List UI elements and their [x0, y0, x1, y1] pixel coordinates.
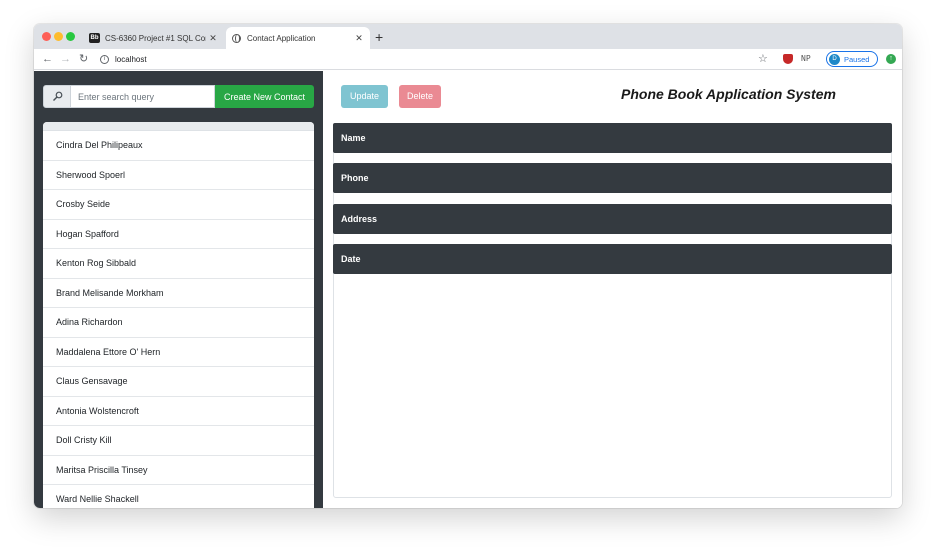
- tab-title: CS-6360 Project #1 SQL Contac: [105, 33, 206, 43]
- browser-window: Bb CS-6360 Project #1 SQL Contac ✕ Conta…: [34, 24, 902, 508]
- forward-arrow-icon[interactable]: →: [60, 52, 71, 66]
- tab-title: Contact Application: [247, 33, 316, 43]
- page-content: Create New Contact Cindra Del Philipeaux…: [34, 71, 902, 508]
- back-arrow-icon[interactable]: ←: [42, 52, 53, 66]
- list-item[interactable]: Sherwood Spoerl: [43, 161, 314, 190]
- list-item[interactable]: Cindra Del Philipeaux: [43, 131, 314, 161]
- search-icon: [52, 91, 62, 101]
- globe-icon: [232, 33, 241, 43]
- update-extension-icon[interactable]: ↑: [886, 54, 896, 64]
- update-button[interactable]: Update: [341, 85, 388, 108]
- profile-status: Paused: [844, 54, 870, 64]
- delete-button[interactable]: Delete: [399, 85, 441, 108]
- name-field-header: Name: [333, 123, 892, 153]
- address-field-header: Address: [333, 204, 892, 234]
- list-item[interactable]: Doll Cristy Kill: [43, 426, 314, 456]
- search-icon-addon: [43, 85, 71, 108]
- list-item[interactable]: Brand Melisande Morkham: [43, 279, 314, 308]
- list-item[interactable]: Maddalena Ettore O' Hern: [43, 338, 314, 367]
- contact-list: Cindra Del Philipeaux Sherwood Spoerl Cr…: [43, 122, 314, 508]
- tab-contact-application[interactable]: Contact Application ✕: [226, 27, 370, 49]
- list-item[interactable]: Hogan Spafford: [43, 220, 314, 249]
- info-icon[interactable]: i: [100, 55, 109, 64]
- list-item[interactable]: Kenton Rog Sibbald: [43, 249, 314, 279]
- url-text: localhost: [115, 55, 147, 64]
- bookmark-star-icon[interactable]: ☆: [758, 52, 768, 65]
- reload-icon[interactable]: ↻: [79, 52, 88, 66]
- close-tab-icon[interactable]: ✕: [206, 33, 220, 44]
- tab-project[interactable]: Bb CS-6360 Project #1 SQL Contac ✕: [84, 27, 224, 49]
- np-extension-icon[interactable]: NP: [801, 54, 811, 63]
- contact-detail-card: Name Phone Address Date: [333, 123, 892, 498]
- search-input[interactable]: [71, 85, 215, 108]
- main-panel: Update Delete Phone Book Application Sys…: [323, 71, 902, 508]
- close-tab-icon[interactable]: ✕: [352, 33, 366, 44]
- date-field-header: Date: [333, 244, 892, 274]
- blackboard-icon: Bb: [89, 33, 100, 43]
- maximize-window-button[interactable]: [66, 32, 75, 41]
- list-item[interactable]: Crosby Seide: [43, 190, 314, 220]
- profile-button[interactable]: D Paused: [826, 51, 878, 67]
- list-item[interactable]: Antonia Wolstencroft: [43, 397, 314, 426]
- minimize-window-button[interactable]: [54, 32, 63, 41]
- shield-extension-icon[interactable]: [783, 54, 793, 64]
- address-bar[interactable]: i localhost: [100, 52, 147, 67]
- page-title: Phone Book Application System: [621, 86, 836, 102]
- search-group: Create New Contact: [43, 85, 314, 108]
- new-tab-button[interactable]: +: [375, 28, 383, 46]
- create-new-contact-button[interactable]: Create New Contact: [215, 85, 314, 108]
- sidebar: Create New Contact Cindra Del Philipeaux…: [34, 71, 323, 508]
- phone-field-header: Phone: [333, 163, 892, 193]
- browser-toolbar: ← → ↻ i localhost ☆ NP D Paused ↑: [34, 49, 902, 70]
- close-window-button[interactable]: [42, 32, 51, 41]
- list-item[interactable]: Adina Richardon: [43, 308, 314, 338]
- list-item[interactable]: Claus Gensavage: [43, 367, 314, 397]
- contact-list-header: [43, 122, 314, 131]
- list-item[interactable]: Ward Nellie Shackell: [43, 485, 314, 508]
- list-item[interactable]: Maritsa Priscilla Tinsey: [43, 456, 314, 485]
- avatar: D: [829, 53, 840, 65]
- tab-strip: Bb CS-6360 Project #1 SQL Contac ✕ Conta…: [34, 24, 902, 49]
